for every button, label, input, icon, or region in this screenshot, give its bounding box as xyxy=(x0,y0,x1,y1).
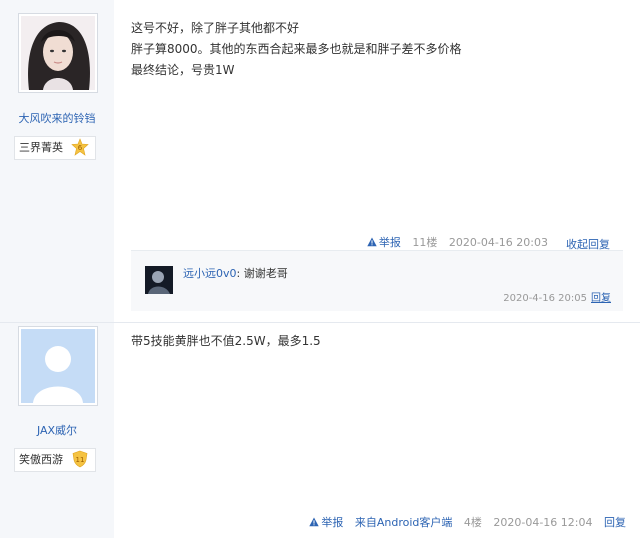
badge-title: 三界菁英 xyxy=(19,141,63,154)
floor-number: 4楼 xyxy=(463,516,482,529)
post-tail: 举报 来自Android客户端 4楼 2020-04-16 12:04 回复 xyxy=(309,514,626,530)
level-star-icon: 6 xyxy=(70,138,89,156)
report-link[interactable]: 举报 xyxy=(367,236,401,249)
badge-title: 笑傲西游 xyxy=(19,453,63,466)
content-line: 带5技能黄胖也不值2.5W，最多1.5 xyxy=(131,334,321,348)
post-time: 2020-04-16 12:04 xyxy=(493,516,593,529)
warning-icon xyxy=(309,517,320,527)
report-link[interactable]: 举报 xyxy=(309,516,343,529)
content-line: 最终结论，号贵1W xyxy=(131,63,235,77)
comment-reply-link[interactable]: 回复 xyxy=(591,293,611,304)
post-time: 2020-04-16 20:03 xyxy=(448,236,548,249)
commenter-avatar[interactable] xyxy=(145,266,173,294)
user-level-badge[interactable]: 三界菁英 6 xyxy=(14,136,96,160)
content-line: 胖子算8000。其他的东西合起来最多也就是和胖子差不多价格 xyxy=(131,42,462,56)
level-number: 6 xyxy=(77,144,82,152)
floor-number: 11楼 xyxy=(412,236,438,249)
content-line: 这号不好，除了胖子其他都不好 xyxy=(131,21,300,35)
commenter-name[interactable]: 远小远0v0 xyxy=(183,267,237,280)
avatar[interactable] xyxy=(18,326,98,406)
client-source-link[interactable]: 来自Android客户端 xyxy=(355,516,453,529)
default-avatar-icon xyxy=(21,329,95,403)
reply-link[interactable]: 回复 xyxy=(604,516,626,529)
comment-list: 远小远0v0: 谢谢老哥 2020-4-16 20:05 回复 xyxy=(131,250,623,311)
post-floor-11: 大风吹来的铃铛 三界菁英 6 这号不好，除了胖子其他都不好 胖子算8000。其他… xyxy=(0,0,640,322)
avatar[interactable] xyxy=(18,13,98,93)
comment-time: 2020-4-16 20:05 xyxy=(503,293,587,304)
post-content: 这号不好，除了胖子其他都不好 胖子算8000。其他的东西合起来最多也就是和胖子差… xyxy=(131,18,462,81)
comment-body: 远小远0v0: 谢谢老哥 xyxy=(183,265,288,281)
comment-meta: 2020-4-16 20:05 回复 xyxy=(503,289,611,304)
comment-text: : 谢谢老哥 xyxy=(236,267,288,280)
post-tail: 举报 11楼 2020-04-16 20:03 xyxy=(367,234,548,250)
user-level-badge[interactable]: 笑傲西游 11 xyxy=(14,448,96,472)
post-floor-4: JAX威尔 笑傲西游 11 带5技能黄胖也不值2.5W，最多1.5 举报 来自A… xyxy=(0,322,640,538)
post-content: 带5技能黄胖也不值2.5W，最多1.5 xyxy=(131,331,321,352)
username-link[interactable]: 大风吹来的铃铛 xyxy=(0,110,114,126)
level-shield-icon: 11 xyxy=(71,450,89,468)
warning-icon xyxy=(367,237,377,247)
level-number: 11 xyxy=(75,456,84,464)
username-link[interactable]: JAX威尔 xyxy=(0,422,114,438)
